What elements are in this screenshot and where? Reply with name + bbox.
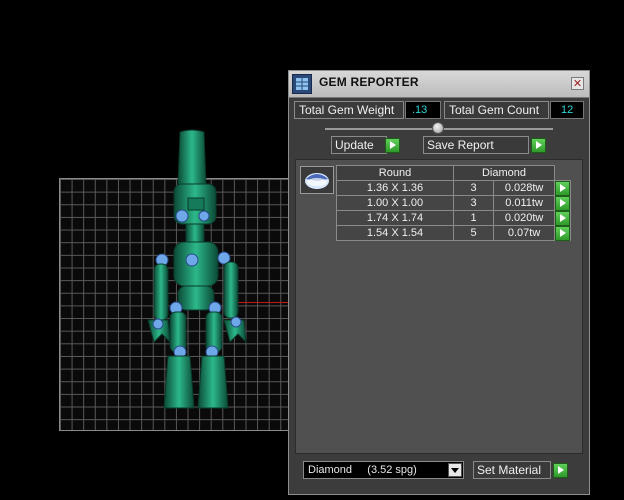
gem-count-cell: 1 [452, 210, 495, 226]
total-gem-weight-value: .13 [405, 101, 441, 119]
gem-table: Round Diamond 1.36 X 1.36 3 0.028tw 1.00… [336, 165, 571, 241]
gem-size-cell: 1.00 X 1.00 [336, 195, 454, 211]
gem-weight-cell: 0.011tw [493, 195, 555, 211]
gem-weight-cell: 0.028tw [493, 180, 555, 196]
close-icon[interactable]: ✕ [571, 77, 584, 90]
gem-weight-cell: 0.020tw [493, 210, 555, 226]
set-material-button[interactable]: Set Material [473, 461, 551, 479]
chevron-down-icon[interactable] [448, 463, 462, 477]
material-select[interactable]: Diamond (3.52 spg) [303, 461, 464, 479]
row-go-icon[interactable] [555, 226, 570, 241]
gem-weight-cell: 0.07tw [493, 225, 555, 241]
column-header-material: Diamond [453, 165, 555, 181]
report-area: Round Diamond 1.36 X 1.36 3 0.028tw 1.00… [295, 159, 583, 454]
set-material-go-icon[interactable] [553, 463, 568, 478]
round-gem-icon[interactable] [300, 166, 334, 194]
update-button[interactable]: Update [331, 136, 387, 154]
save-report-go-icon[interactable] [531, 138, 546, 153]
total-gem-count-value: 12 [550, 101, 584, 119]
panel-title: GEM REPORTER [319, 75, 419, 89]
row-go-icon[interactable] [555, 211, 570, 226]
table-row[interactable]: 1.36 X 1.36 3 0.028tw [336, 180, 571, 196]
table-row[interactable]: 1.00 X 1.00 3 0.011tw [336, 195, 571, 211]
table-row[interactable]: 1.74 X 1.74 1 0.020tw [336, 210, 571, 226]
column-header-shape: Round [336, 165, 454, 181]
total-gem-count-label: Total Gem Count [444, 101, 549, 119]
gem-reporter-panel: GEM REPORTER ✕ Total Gem Weight .13 Tota… [288, 70, 590, 495]
table-row[interactable]: 1.54 X 1.54 5 0.07tw [336, 225, 571, 241]
gem-reporter-icon [292, 74, 312, 94]
table-header-row: Round Diamond [336, 165, 571, 181]
slider-knob[interactable] [432, 122, 444, 134]
gem-count-cell: 3 [452, 180, 495, 196]
save-report-button[interactable]: Save Report [423, 136, 529, 154]
material-select-value: Diamond (3.52 spg) [308, 464, 417, 476]
total-gem-weight-label: Total Gem Weight [294, 101, 404, 119]
gem-size-cell: 1.36 X 1.36 [336, 180, 454, 196]
gem-size-cell: 1.54 X 1.54 [336, 225, 454, 241]
gem-count-cell: 3 [452, 195, 495, 211]
update-go-icon[interactable] [385, 138, 400, 153]
panel-titlebar[interactable]: GEM REPORTER ✕ [289, 71, 589, 98]
gem-count-cell: 5 [452, 225, 495, 241]
gem-size-cell: 1.74 X 1.74 [336, 210, 454, 226]
row-go-icon[interactable] [555, 181, 570, 196]
robot-model[interactable] [140, 128, 260, 418]
row-go-icon[interactable] [555, 196, 570, 211]
